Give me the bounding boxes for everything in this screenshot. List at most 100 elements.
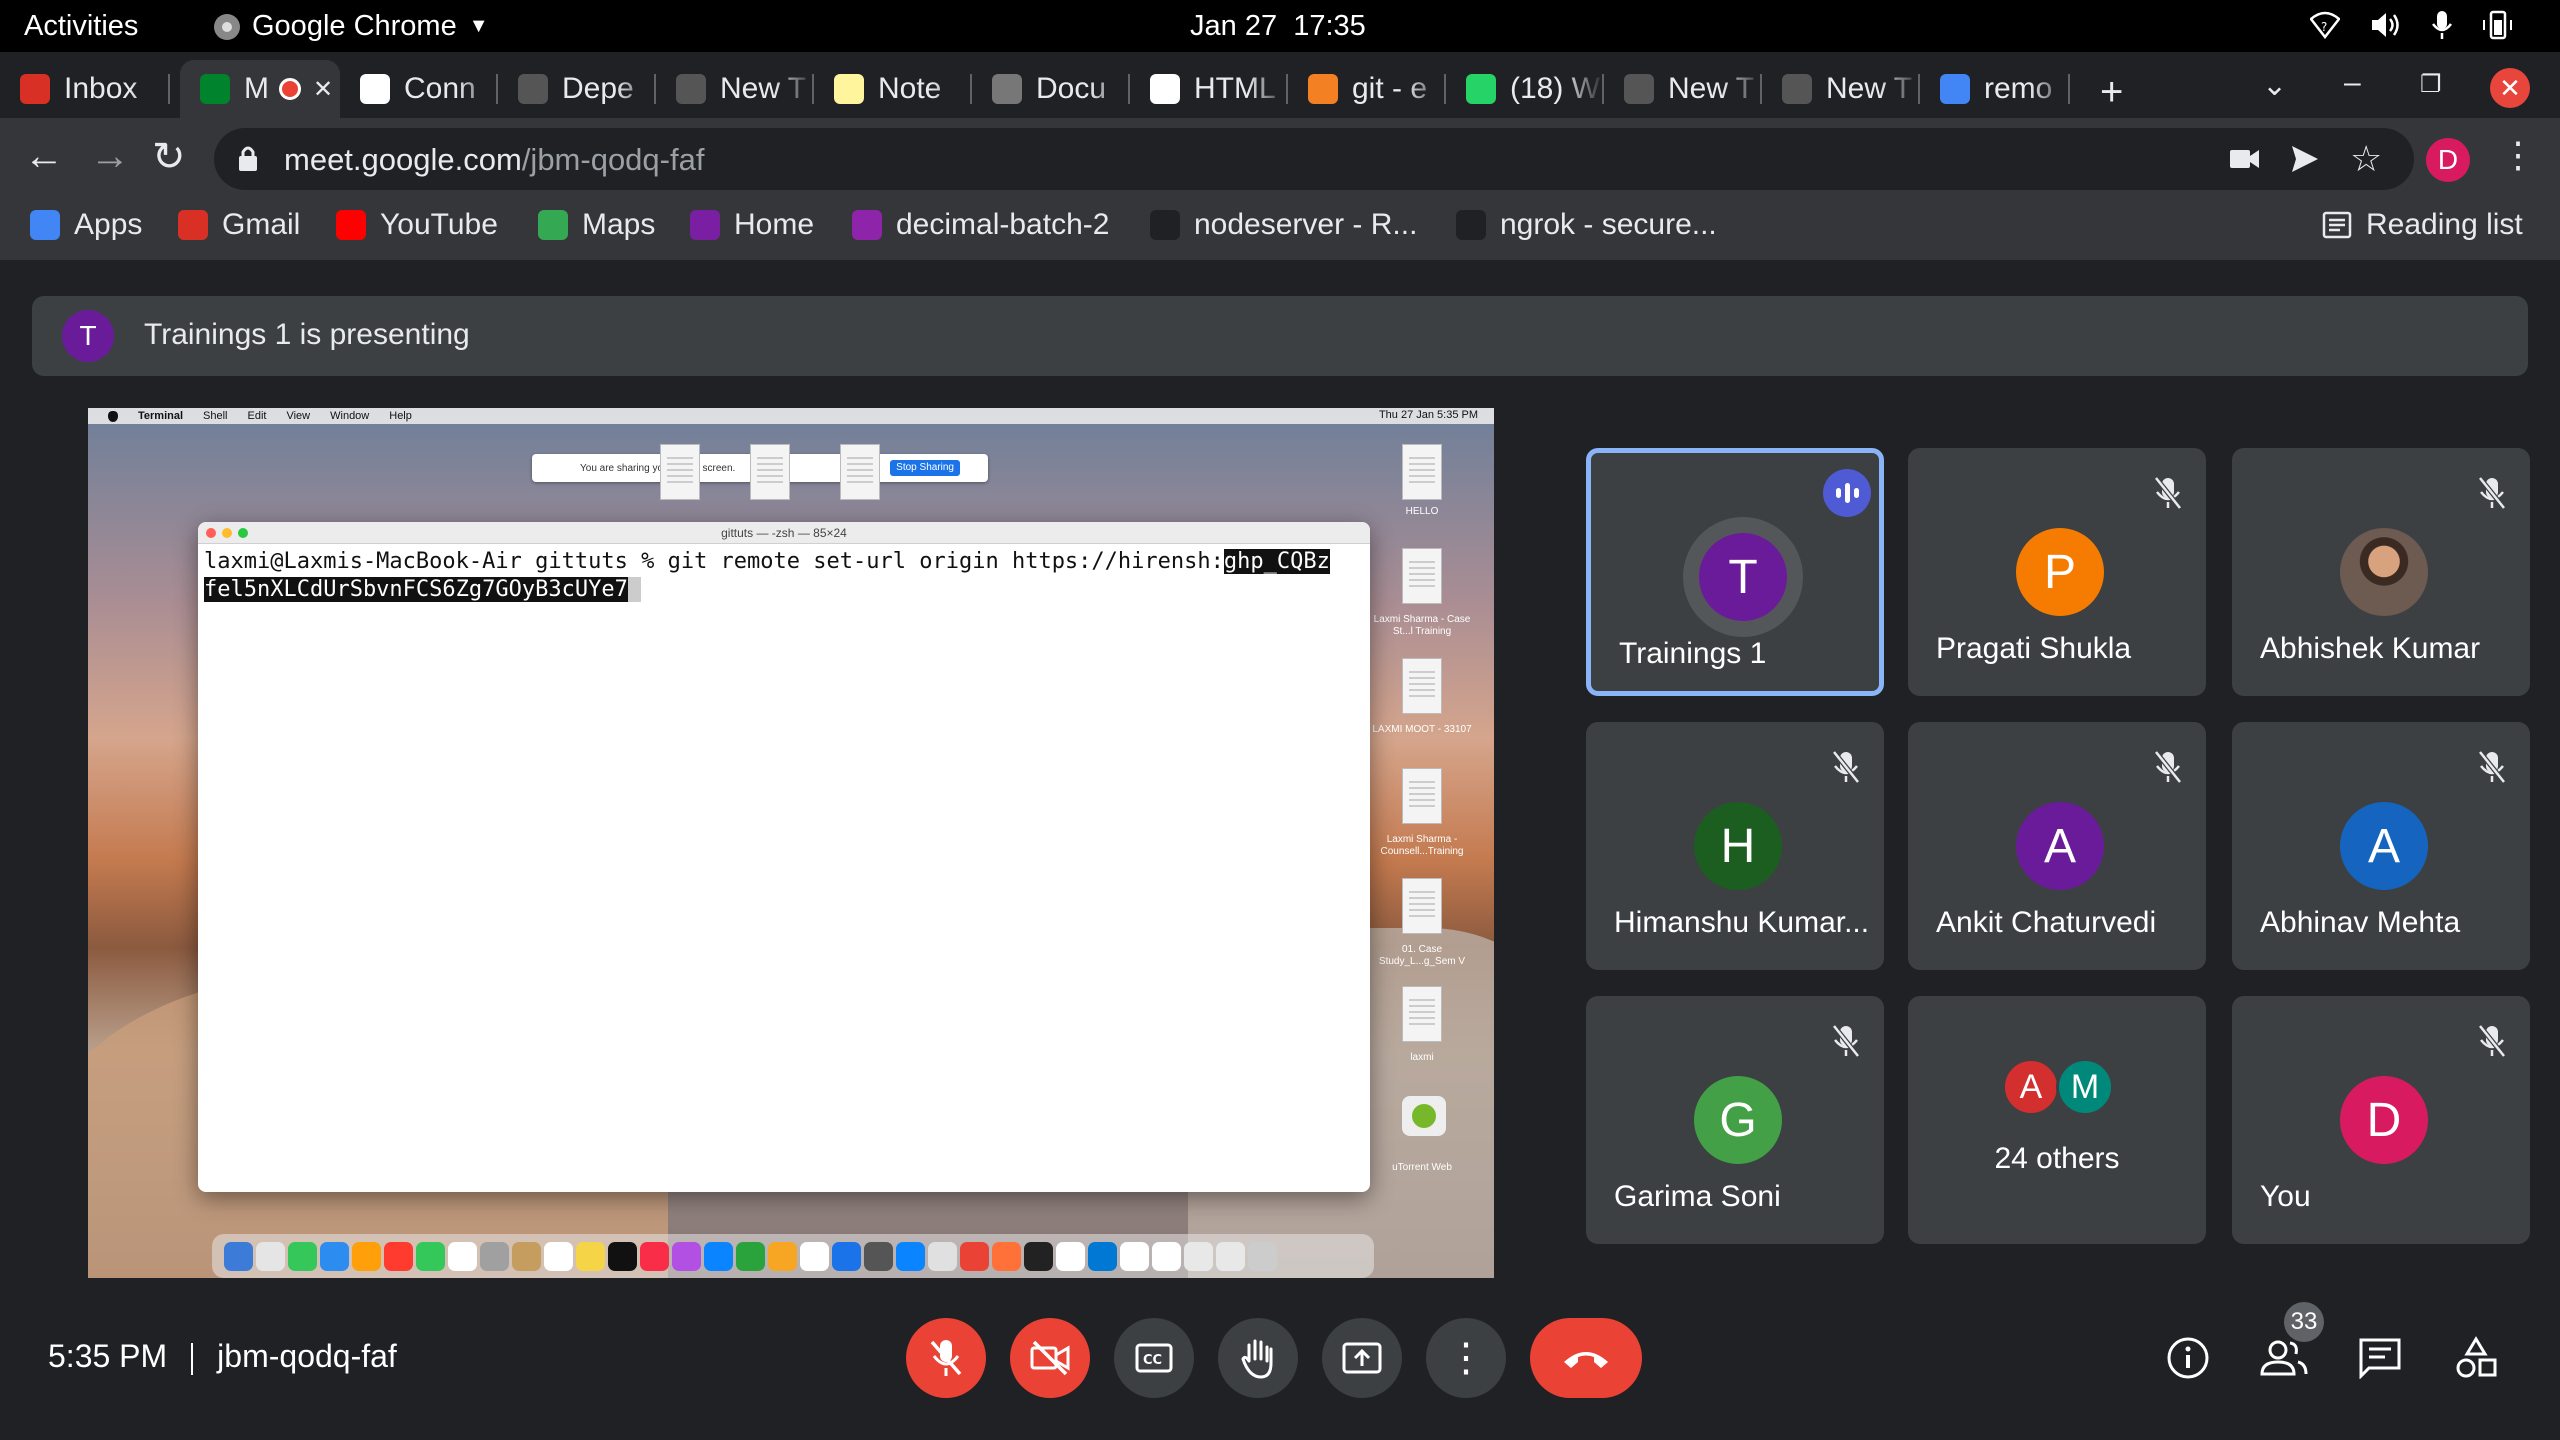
chrome-icon [992, 74, 1022, 104]
participant-name: You [2260, 1180, 2311, 1213]
participant-tile[interactable]: A M 24 others [1908, 996, 2206, 1244]
more-options-button[interactable]: ⋮ [1426, 1318, 1506, 1398]
dock-app-icon [320, 1241, 349, 1271]
dock-app-icon [1088, 1241, 1117, 1271]
activities-button[interactable] [2448, 1330, 2504, 1386]
close-tab-icon[interactable]: ✕ [313, 75, 333, 104]
stackoverflow-icon [1308, 74, 1338, 104]
browser-tab[interactable]: git - e [1288, 60, 1446, 118]
bookmark-youtube[interactable]: YouTube [336, 208, 498, 242]
browser-tab[interactable]: New T [1604, 60, 1762, 118]
muted-microphone-icon [2478, 750, 2506, 784]
meeting-code[interactable]: jbm-qodq-faf [217, 1338, 397, 1374]
raise-hand-button[interactable] [1218, 1318, 1298, 1398]
bookmark-star-icon[interactable]: ☆ [2350, 138, 2382, 180]
tab-search-chevron-icon[interactable]: ⌄ [2262, 68, 2287, 103]
microphone-toggle-button[interactable] [906, 1318, 986, 1398]
browser-tab[interactable]: Note [814, 60, 972, 118]
browser-tab[interactable]: Depe [498, 60, 656, 118]
replit-icon [1150, 210, 1180, 240]
browser-tab[interactable]: remo [1920, 60, 2070, 118]
chrome-menu-icon[interactable]: ⋮ [2500, 134, 2536, 176]
dropdown-arrow-icon: ▼ [468, 15, 489, 37]
browser-tab[interactable]: M ✕ [180, 60, 340, 118]
terminal-window[interactable]: gittuts — -zsh — 85×24 laxmi@Laxmis-MacB… [198, 522, 1370, 1192]
bookmark-home[interactable]: Home [690, 208, 814, 242]
participant-count-badge: 33 [2284, 1302, 2324, 1342]
avatar: D [2340, 1076, 2428, 1164]
forward-arrow-icon[interactable]: → [90, 134, 130, 179]
profile-avatar[interactable]: D [2426, 138, 2470, 182]
volume-icon [2372, 13, 2399, 37]
desktop-file-icon [1402, 986, 1442, 1042]
leave-call-button[interactable] [1530, 1318, 1642, 1398]
browser-tab[interactable]: Conn [340, 60, 498, 118]
browser-tab[interactable]: New T [1762, 60, 1920, 118]
system-tray[interactable]: ? [2310, 10, 2514, 40]
dock-app-icon [288, 1241, 317, 1271]
bookmark-decimal-batch-2[interactable]: decimal-batch-2 [852, 208, 1109, 242]
shared-screen[interactable]: Terminal Shell Edit View Window Help Thu 27 J… [88, 408, 1494, 1278]
camera-in-use-icon[interactable] [2230, 146, 2260, 172]
os-top-bar: Activities Google Chrome ▼ Jan 27 17:35 … [0, 0, 2560, 52]
mac-menu-item: Shell [203, 410, 228, 422]
present-now-button[interactable] [1322, 1318, 1402, 1398]
bookmark-nodeserver[interactable]: nodeserver - R... [1150, 208, 1417, 242]
app-menu[interactable]: Google Chrome ▼ [214, 10, 489, 43]
send-tab-icon[interactable] [2290, 144, 2320, 174]
participant-tile[interactable]: D You [2232, 996, 2530, 1244]
close-window-button[interactable]: ✕ [2490, 68, 2530, 108]
chrome-icon [676, 74, 706, 104]
reload-icon[interactable]: ↻ [152, 134, 186, 180]
muted-microphone-icon [2154, 750, 2182, 784]
reading-list-button[interactable]: Reading list [2322, 208, 2523, 242]
speaking-bar [1853, 488, 1859, 498]
tab-fade [774, 60, 814, 118]
participant-tile[interactable]: G Garima Soni [1586, 996, 1884, 1244]
home-logo-icon [690, 210, 720, 240]
info-icon [2167, 1337, 2209, 1379]
recording-dot-icon [279, 78, 301, 100]
browser-tab[interactable]: Inbox [0, 60, 170, 118]
dock-app-icon [416, 1241, 445, 1271]
browser-tab[interactable]: (18) W [1446, 60, 1604, 118]
bookmark-ngrok[interactable]: ngrok - secure... [1456, 208, 1717, 242]
tab-label: M [244, 72, 269, 105]
dock-app-icon [576, 1241, 605, 1271]
chat-button[interactable] [2352, 1330, 2408, 1386]
chrome-tab-strip: Inbox M ✕ Conn Depe New T Note Docu HTML git - e(… [0, 52, 2560, 118]
clock-time: 17:35 [1293, 10, 1366, 42]
tab-fade [1406, 60, 1446, 118]
minimize-window-button[interactable]: – [2344, 66, 2361, 100]
bookmark-apps[interactable]: Apps [30, 208, 142, 242]
new-tab-button[interactable]: + [2100, 70, 2123, 115]
participant-tile[interactable]: A Abhinav Mehta [2232, 722, 2530, 970]
captions-button[interactable]: CC [1114, 1318, 1194, 1398]
activities-button[interactable]: Activities [24, 10, 138, 43]
browser-tab[interactable]: Docu [972, 60, 1130, 118]
bookmark-gmail[interactable]: Gmail [178, 208, 300, 242]
restore-window-button[interactable]: ❐ [2420, 70, 2442, 99]
stop-sharing-button[interactable]: Stop Sharing [890, 460, 960, 476]
participant-tile[interactable]: Abhishek Kumar [2232, 448, 2530, 696]
camera-toggle-button[interactable] [1010, 1318, 1090, 1398]
participant-tile[interactable]: P Pragati Shukla [1908, 448, 2206, 696]
participant-tile[interactable]: H Himanshu Kumar... [1586, 722, 1884, 970]
participant-name: Pragati Shukla [1936, 632, 2132, 665]
desktop-file-label: HELLO [1405, 506, 1439, 517]
participant-tile[interactable]: A Ankit Chaturvedi [1908, 722, 2206, 970]
bookmark-label: nodeserver - R... [1194, 208, 1418, 241]
clock[interactable]: Jan 27 17:35 [1190, 10, 1366, 43]
bookmark-maps[interactable]: Maps [538, 208, 655, 242]
back-arrow-icon[interactable]: ← [24, 134, 64, 179]
participant-tile[interactable]: T Trainings 1 [1586, 448, 1884, 696]
reading-list-label: Reading list [2366, 208, 2523, 241]
browser-tab[interactable]: HTML [1130, 60, 1288, 118]
avatar: A [2016, 802, 2104, 890]
browser-tab[interactable]: New T [656, 60, 814, 118]
terminal-output[interactable]: laxmi@Laxmis-MacBook-Air gittuts % git r… [198, 544, 1370, 604]
avatar: A [2002, 1058, 2060, 1116]
meeting-details-button[interactable] [2160, 1330, 2216, 1386]
avatar: A [2340, 802, 2428, 890]
address-bar[interactable]: meet.google.com/jbm-qodq-faf ☆ [214, 128, 2414, 190]
